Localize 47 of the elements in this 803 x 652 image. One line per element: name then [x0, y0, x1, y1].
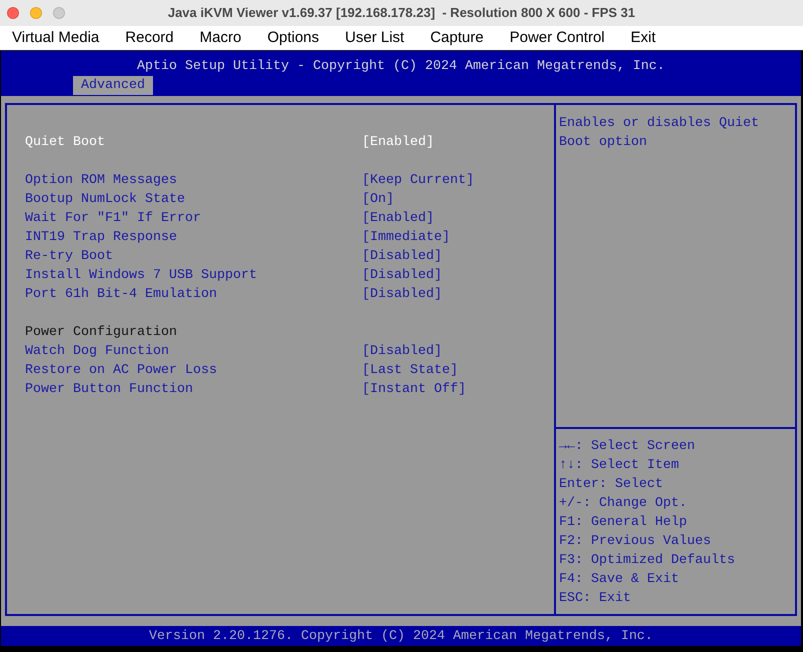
- menu-item[interactable]: Capture: [430, 29, 484, 47]
- menu-item[interactable]: Exit: [630, 29, 656, 47]
- key-hint: F1: General Help: [559, 514, 687, 532]
- setting-value[interactable]: [Enabled]: [362, 209, 434, 228]
- section-heading: Power Configuration: [25, 324, 177, 342]
- close-icon[interactable]: [7, 7, 19, 19]
- help-text: Enables or disables Quiet Boot option: [559, 115, 760, 152]
- minimize-icon[interactable]: [30, 7, 42, 19]
- menu-item[interactable]: Options: [267, 29, 320, 47]
- setting-value[interactable]: [Immediate]: [362, 228, 450, 247]
- setting-value[interactable]: [Enabled]: [362, 133, 434, 152]
- setting-value[interactable]: [On]: [362, 190, 394, 209]
- setting-label[interactable]: Power Button Function: [25, 380, 193, 399]
- setting-value[interactable]: [Disabled]: [362, 285, 442, 304]
- setting-value[interactable]: [Disabled]: [362, 342, 442, 361]
- setting-value[interactable]: [Disabled]: [362, 247, 442, 266]
- key-hint: ↑↓: Select Item: [559, 457, 679, 475]
- window-title: Java iKVM Viewer v1.69.37 [192.168.178.23] - Resolution 800 X 600 - FPS 31: [168, 5, 636, 21]
- setting-value[interactable]: [Last State]: [362, 361, 458, 380]
- setting-label[interactable]: Re-try Boot: [25, 247, 113, 266]
- setting-value[interactable]: [Disabled]: [362, 266, 442, 285]
- setting-label[interactable]: Option ROM Messages: [25, 171, 177, 190]
- setting-label[interactable]: INT19 Trap Response: [25, 228, 177, 247]
- setting-label[interactable]: Restore on AC Power Loss: [25, 361, 217, 380]
- menu-item[interactable]: User List: [345, 29, 404, 47]
- menu-item[interactable]: Macro: [200, 29, 242, 47]
- setting-label[interactable]: Install Windows 7 USB Support: [25, 266, 257, 285]
- key-hint: Enter: Select: [559, 476, 663, 494]
- setting-value[interactable]: [Keep Current]: [362, 171, 474, 190]
- menu-item[interactable]: Record: [125, 29, 174, 47]
- key-hint: F4: Save & Exit: [559, 571, 679, 589]
- setting-label[interactable]: Port 61h Bit-4 Emulation: [25, 285, 217, 304]
- key-hint: →←: Select Screen: [559, 438, 695, 456]
- key-hint: F2: Previous Values: [559, 533, 711, 551]
- key-hint: +/-: Change Opt.: [559, 495, 687, 513]
- setting-label[interactable]: Bootup NumLock State: [25, 190, 185, 209]
- menu-item[interactable]: Virtual Media: [12, 29, 100, 47]
- footer-text: Version 2.20.1276. Copyright (C) 2024 American Megatrends, Inc.: [149, 628, 653, 646]
- key-hint: ESC: Exit: [559, 590, 631, 608]
- setting-label[interactable]: Wait For "F1" If Error: [25, 209, 201, 228]
- tab[interactable]: Advanced: [73, 76, 153, 95]
- menu-item[interactable]: Power Control: [510, 29, 605, 47]
- setting-value[interactable]: [Instant Off]: [362, 380, 466, 399]
- key-hint: F3: Optimized Defaults: [559, 552, 735, 570]
- setting-label[interactable]: Quiet Boot: [25, 133, 105, 152]
- setting-label[interactable]: Watch Dog Function: [25, 342, 169, 361]
- header-title: Aptio Setup Utility - Copyright (C) 2024 American Megatrends, Inc.: [137, 58, 665, 76]
